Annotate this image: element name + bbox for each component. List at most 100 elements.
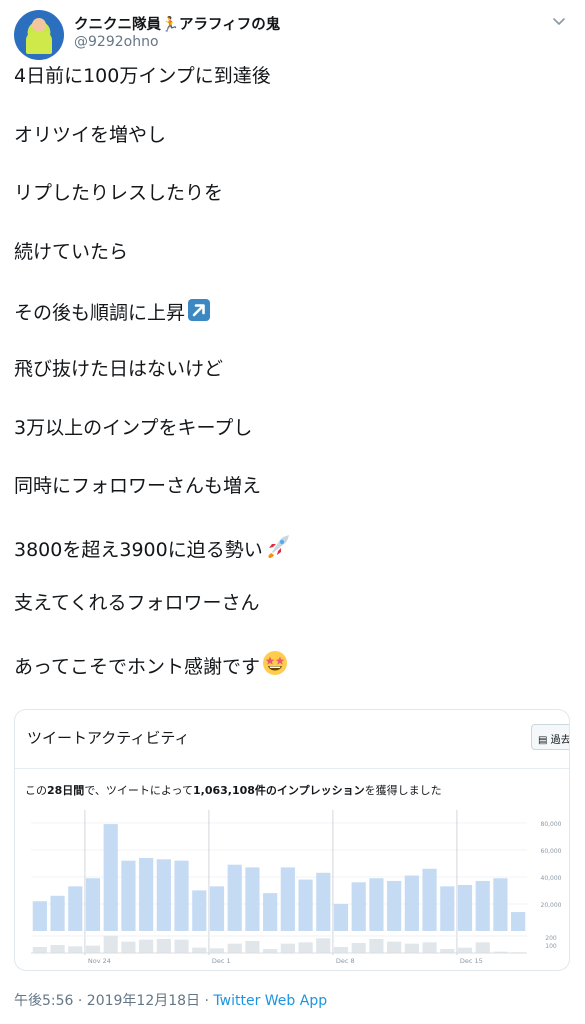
tweet-header: クニクニ隊員🏃アラフィフの鬼 @9292ohno (14, 10, 574, 60)
impressions-bar (85, 878, 101, 931)
tweet-line-text: リプしたりレスしたりを (14, 182, 224, 205)
summary-suffix: を獲得しました (364, 784, 442, 797)
impressions-bar (440, 886, 455, 931)
calendar-icon: ▤ (538, 735, 548, 746)
tweet-footer: 午後5:56 · 2019年12月18日 · Twitter Web App (14, 990, 327, 1010)
engagement-bar (440, 949, 455, 953)
tweet-line: 4日前に100万インプに到達後 (14, 64, 570, 123)
impressions-bar (298, 879, 313, 931)
impressions-bar (457, 885, 473, 931)
y-tick-label: 40,000 (541, 875, 562, 882)
source-app-link[interactable]: Twitter Web App (213, 993, 327, 1009)
tweet-line-text: オリツイを増やし (14, 123, 167, 146)
card-divider (15, 768, 569, 769)
engagement-bar (50, 945, 65, 953)
tweet-line-text: 飛び抜けた日はないけど (14, 357, 224, 380)
impressions-bar (227, 864, 242, 931)
engagement-bar (156, 939, 171, 953)
engagement-bar (404, 943, 419, 953)
star-struck-emoji (263, 650, 288, 675)
summary-count: 1,063,108件のインプレッション (193, 784, 365, 797)
impressions-bar (156, 859, 171, 931)
tweet-line: 3800を超え3900に迫る勢い (14, 533, 570, 592)
x-tick-label: Nov 24 (88, 957, 111, 965)
avatar-shirt (26, 32, 52, 54)
engagement-bar (103, 935, 118, 953)
tweet-line-text: その後も順調に上昇 (14, 302, 186, 325)
rocket-emoji (268, 534, 289, 558)
impressions-bar (209, 886, 225, 931)
impressions-bar (493, 878, 508, 931)
engagement-bar (333, 947, 349, 953)
impressions-bar (192, 890, 207, 931)
tweet-line: 同時にフォロワーさんも増え (14, 474, 570, 533)
impressions-bar (174, 860, 189, 931)
user-handle[interactable]: @9292ohno (74, 34, 159, 50)
chevron-down-icon[interactable] (550, 12, 568, 30)
tweet-line: オリツイを増やし (14, 123, 570, 182)
y-tick-label: 60,000 (541, 848, 562, 855)
engagement-bar (68, 946, 83, 953)
display-name[interactable]: クニクニ隊員🏃アラフィフの鬼 (74, 13, 280, 34)
tweet-line: 支えてくれるフォロワーさん (14, 591, 570, 650)
date-range-button[interactable]: ▤ 過去 (531, 724, 570, 750)
card-title: ツイートアクティビティ (27, 729, 190, 747)
engagement-bar (192, 947, 207, 953)
secondary-tick-label: 200 (545, 935, 557, 942)
x-tick-label: Dec 8 (336, 957, 355, 965)
engagement-bar (387, 941, 402, 953)
impressions-bar (121, 860, 136, 931)
tweet-line: その後も順調に上昇 (14, 298, 570, 357)
summary-prefix: この (25, 784, 47, 797)
impressions-bar (404, 875, 419, 931)
engagement-bar (298, 942, 313, 953)
secondary-tick-label: 100 (545, 943, 557, 950)
x-tick-label: Dec 1 (212, 957, 231, 965)
tweet-line: 飛び抜けた日はないけど (14, 357, 570, 416)
tweet-text: 4日前に100万インプに到達後 オリツイを増やし リプしたりレスしたりを 続けて… (14, 64, 570, 709)
engagement-bar (263, 949, 278, 953)
engagement-bar (369, 939, 384, 953)
impressions-bar (511, 912, 526, 931)
y-tick-label: 20,000 (541, 902, 562, 909)
summary-mid: で、ツイートによって (84, 784, 193, 797)
engagement-bar (174, 939, 189, 953)
tweet-line-text: 支えてくれるフォロワーさん (14, 592, 260, 615)
impressions-bar (387, 880, 402, 931)
impressions-bar (316, 872, 331, 931)
y-tick-label: 80,000 (541, 821, 562, 828)
impressions-bar (263, 893, 278, 931)
tweet-activity-card[interactable]: ツイートアクティビティ ▤ 過去 この28日間で、ツイートによって1,063,1… (14, 709, 570, 971)
tweet-line-text: あってこそでホント感謝です (14, 655, 261, 678)
arrow-up-right-emoji (188, 299, 211, 322)
tweet-line: 3万以上のインプをキープし (14, 416, 570, 475)
tweet-line: 続けていたら (14, 240, 570, 299)
engagement-bar (351, 943, 366, 953)
engagement-bar (457, 947, 473, 953)
impressions-bar (475, 880, 490, 931)
impressions-bar (68, 886, 83, 931)
tweet-line: あってこそでホント感謝です (14, 650, 570, 709)
engagement-bar (316, 938, 331, 953)
tweet-line-text: 4日前に100万インプに到達後 (14, 65, 271, 87)
impressions-bar (32, 901, 47, 931)
engagement-bar (227, 943, 242, 953)
engagement-bar (422, 942, 437, 953)
engagement-bar (280, 943, 295, 953)
impressions-bar (139, 857, 154, 931)
tweet-line-text: 同時にフォロワーさんも増え (14, 475, 262, 498)
tweet-line-text: 3800を超え3900に迫る勢い (14, 538, 263, 561)
engagement-bar (245, 941, 260, 953)
impression-summary: この28日間で、ツイートによって1,063,108件のインプレッションを獲得しま… (25, 782, 442, 798)
impressions-bar (245, 867, 260, 931)
date-range-label: 過去 (550, 735, 570, 746)
tweet-line-text: 続けていたら (14, 240, 129, 263)
impressions-bar (422, 868, 437, 931)
impressions-bar (333, 903, 349, 931)
avatar[interactable] (14, 10, 64, 60)
summary-days: 28日間 (47, 784, 85, 797)
impressions-bar (351, 882, 366, 931)
tweet-timestamp[interactable]: 午後5:56 · 2019年12月18日 · (14, 993, 213, 1009)
x-tick-label: Dec 15 (460, 957, 483, 965)
engagement-bar (209, 948, 225, 953)
